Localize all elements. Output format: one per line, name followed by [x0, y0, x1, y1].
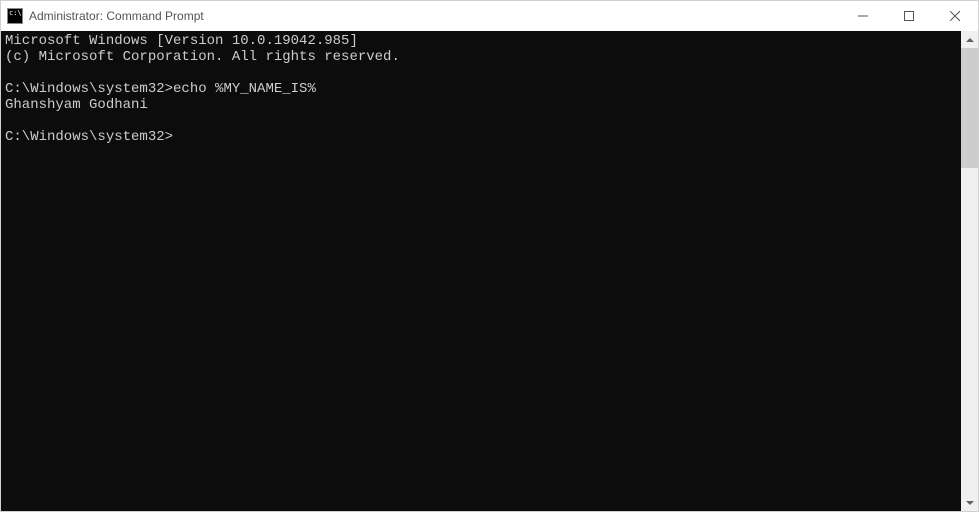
vertical-scrollbar[interactable] [961, 31, 978, 511]
minimize-icon [858, 11, 868, 21]
cmd-window: Administrator: Command Prompt Microsoft [0, 0, 979, 512]
scroll-track[interactable] [961, 48, 978, 494]
prompt: C:\Windows\system32> [5, 81, 173, 97]
scroll-up-arrow-icon[interactable] [961, 31, 978, 48]
cursor [173, 131, 181, 145]
cmd-icon [7, 8, 23, 24]
maximize-button[interactable] [886, 1, 932, 31]
terminal-line: (c) Microsoft Corporation. All rights re… [5, 49, 961, 65]
window-controls [840, 1, 978, 31]
terminal-line [5, 65, 961, 81]
close-icon [950, 11, 960, 21]
window-title: Administrator: Command Prompt [29, 9, 840, 23]
terminal-output: Ghanshyam Godhani [5, 97, 961, 113]
terminal-line: C:\Windows\system32> [5, 129, 961, 145]
terminal-line: Microsoft Windows [Version 10.0.19042.98… [5, 33, 961, 49]
terminal[interactable]: Microsoft Windows [Version 10.0.19042.98… [1, 31, 961, 511]
terminal-area: Microsoft Windows [Version 10.0.19042.98… [1, 31, 978, 511]
maximize-icon [904, 11, 914, 21]
close-button[interactable] [932, 1, 978, 31]
scroll-down-arrow-icon[interactable] [961, 494, 978, 511]
prompt: C:\Windows\system32> [5, 129, 173, 145]
scroll-thumb[interactable] [961, 48, 978, 168]
terminal-line: C:\Windows\system32>echo %MY_NAME_IS% [5, 81, 961, 97]
terminal-line [5, 113, 961, 129]
titlebar[interactable]: Administrator: Command Prompt [1, 1, 978, 31]
minimize-button[interactable] [840, 1, 886, 31]
command-text: echo %MY_NAME_IS% [173, 81, 316, 97]
